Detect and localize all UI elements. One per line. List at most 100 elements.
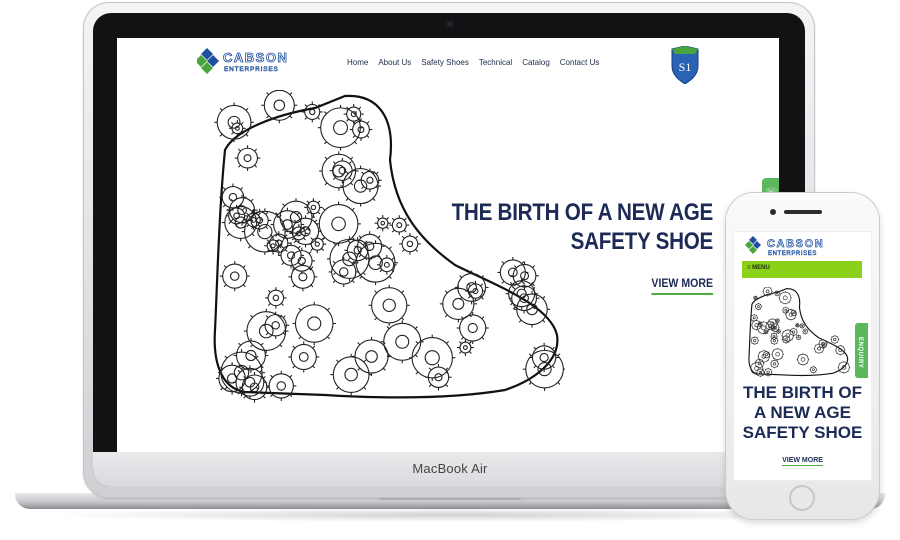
gear-tooth xyxy=(782,339,785,341)
gear-tooth xyxy=(806,362,808,365)
gear-tooth xyxy=(798,362,800,365)
gear-tooth xyxy=(304,104,308,108)
gear-tooth xyxy=(777,324,779,326)
gear-tooth xyxy=(542,296,546,299)
gear-tooth xyxy=(799,335,801,337)
gear-tooth xyxy=(815,344,817,346)
gear-tooth xyxy=(231,131,234,135)
mobile-site-logo[interactable]: CABSON ENTERPRISES xyxy=(743,235,863,259)
gear-tooth xyxy=(778,290,780,293)
mobile-menu-bar[interactable]: ≡ MENU xyxy=(742,261,862,278)
gear-tooth xyxy=(771,329,773,331)
gear-tooth xyxy=(819,340,821,342)
gear-tooth xyxy=(761,325,763,327)
gear-tooth xyxy=(778,321,780,323)
nav-item-home[interactable]: Home xyxy=(347,58,368,67)
gear-tooth xyxy=(775,333,777,335)
gear-tooth xyxy=(774,294,776,296)
gear-tooth xyxy=(787,307,789,309)
gear-tooth xyxy=(768,319,770,321)
gear-tooth xyxy=(757,322,760,324)
nav-item-safety-shoes[interactable]: Safety Shoes xyxy=(421,58,469,67)
gear-tooth xyxy=(815,366,817,368)
mobile-enquiry-label: ENQUIRY xyxy=(857,337,863,369)
s1-certification-badge: S1 xyxy=(669,45,701,85)
gear-tooth xyxy=(231,122,234,125)
mobile-headline-line3: SAFETY SHOE xyxy=(742,423,863,442)
gear-hub-icon xyxy=(754,297,757,299)
gear-tooth xyxy=(782,330,785,332)
gear-tooth xyxy=(751,314,753,316)
gear-tooth xyxy=(788,292,791,295)
gear-tooth xyxy=(512,286,516,290)
gear-tooth xyxy=(763,329,765,331)
gear-tooth xyxy=(756,337,759,339)
hero-view-more-link[interactable]: VIEW MORE xyxy=(651,276,713,295)
gear-tooth xyxy=(791,310,793,312)
gear-tooth xyxy=(837,341,839,343)
gear-tooth xyxy=(839,362,841,364)
site-logo[interactable]: CABSON ENTERPRISES xyxy=(195,46,317,78)
gear-tooth xyxy=(751,319,753,321)
gear-tooth xyxy=(843,346,845,348)
gear-tooth xyxy=(795,326,797,328)
gear-tooth xyxy=(532,283,536,287)
hero-headline: THE BIRTH OF A NEW AGE SAFETY SHOE xyxy=(452,198,714,256)
gear-tooth xyxy=(768,351,770,353)
gear-tooth xyxy=(243,395,247,399)
gear-tooth xyxy=(752,321,754,323)
gear-tooth xyxy=(839,370,841,373)
gear-tooth xyxy=(501,280,505,284)
gear-hub-icon xyxy=(765,289,770,294)
gear-tooth xyxy=(778,318,780,320)
gear-tooth xyxy=(795,323,797,325)
gear-icon xyxy=(753,296,758,300)
gear-tooth xyxy=(521,261,525,264)
gear-tooth xyxy=(289,92,293,96)
gear-tooth xyxy=(822,344,824,346)
gear-tooth xyxy=(771,326,773,328)
main-nav: Home About Us Safety Shoes Technical Cat… xyxy=(347,58,599,67)
gear-tooth xyxy=(788,301,791,303)
gear-tooth xyxy=(760,363,762,365)
gear-tooth xyxy=(806,354,808,356)
gear-tooth xyxy=(763,356,765,358)
gear-tooth xyxy=(831,341,833,343)
gear-icon xyxy=(216,104,252,140)
gear-tooth xyxy=(776,360,779,362)
phone-speaker xyxy=(784,210,822,214)
gear-tooth xyxy=(776,366,779,368)
gear-tooth xyxy=(821,346,823,348)
gear-tooth xyxy=(790,328,792,330)
mobile-view-more-link[interactable]: VIEW MORE xyxy=(782,457,823,466)
gear-tooth xyxy=(761,322,763,324)
gear-tooth xyxy=(776,342,778,344)
gear-tooth xyxy=(803,323,805,325)
gear-tooth xyxy=(771,342,773,344)
nav-item-catalog[interactable]: Catalog xyxy=(522,58,550,67)
gear-tooth xyxy=(224,386,228,390)
gear-tooth xyxy=(760,303,762,305)
hero-headline-line2: SAFETY SHOE xyxy=(570,228,714,255)
nav-item-about-us[interactable]: About Us xyxy=(378,58,411,67)
gear-tooth xyxy=(825,342,827,344)
gear-tooth xyxy=(756,319,758,321)
gear-tooth xyxy=(771,330,773,332)
gear-tooth xyxy=(752,328,754,330)
gear-tooth xyxy=(767,360,769,362)
gear-tooth xyxy=(791,339,793,341)
gear-tooth xyxy=(240,122,244,125)
mobile-enquiry-tab[interactable]: ENQUIRY xyxy=(855,323,868,378)
gear-tooth xyxy=(790,334,792,336)
nav-item-contact-us[interactable]: Contact Us xyxy=(560,58,600,67)
phone-home-button[interactable] xyxy=(789,485,815,511)
gear-tooth xyxy=(771,366,773,368)
nav-item-technical[interactable]: Technical xyxy=(479,58,512,67)
gear-tooth xyxy=(774,329,776,331)
gear-tooth xyxy=(763,294,765,296)
gear-tooth xyxy=(764,374,766,376)
desktop-website: CABSON ENTERPRISES Home About Us Safety … xyxy=(117,38,779,452)
gear-tooth xyxy=(831,336,833,338)
gear-tooth xyxy=(775,318,777,320)
gear-tooth xyxy=(847,362,849,364)
